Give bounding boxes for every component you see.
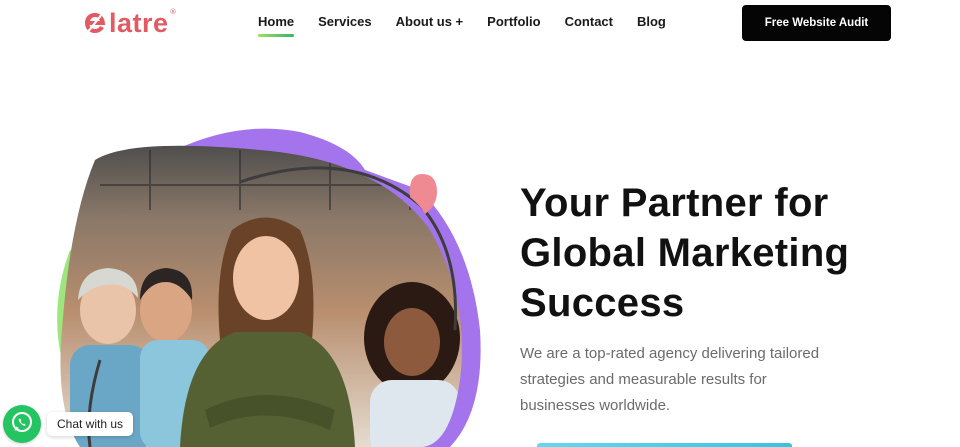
- nav-portfolio[interactable]: Portfolio: [487, 14, 540, 29]
- nav-blog[interactable]: Blog: [637, 14, 666, 29]
- logo-text: latre: [109, 7, 169, 38]
- nav-about-us[interactable]: About us +: [396, 14, 464, 29]
- hero-subtitle: We are a top-rated agency delivering tai…: [520, 341, 880, 419]
- hero-illustration: [0, 110, 500, 447]
- hero-title: Your Partner for Global Marketing Succes…: [520, 178, 940, 328]
- main-nav: Home Services About us + Portfolio Conta…: [258, 14, 690, 37]
- chat-with-us-label[interactable]: Chat with us: [47, 412, 134, 436]
- hero-cta-button-edge[interactable]: [537, 443, 792, 447]
- hero-subtitle-line-3: businesses worldwide.: [520, 397, 671, 414]
- hero-title-line-3: Success: [520, 281, 685, 325]
- chat-widget: Chat with us: [3, 405, 134, 443]
- logo-trademark: ®: [169, 8, 177, 16]
- hero-title-line-1: Your Partner for: [520, 181, 829, 225]
- site-header: latre ® Home Services About us + Portfol…: [0, 0, 960, 48]
- whatsapp-button[interactable]: [3, 405, 41, 443]
- hero-subtitle-line-2: strategies and measurable results for: [520, 371, 767, 388]
- free-website-audit-button[interactable]: Free Website Audit: [742, 5, 891, 41]
- brand-logo[interactable]: latre ®: [82, 6, 177, 40]
- nav-home[interactable]: Home: [258, 14, 295, 37]
- hero-title-line-2: Global Marketing: [520, 231, 850, 275]
- logo-e-icon: [82, 10, 108, 36]
- nav-services[interactable]: Services: [318, 14, 372, 29]
- hero-subtitle-line-1: We are a top-rated agency delivering tai…: [520, 345, 820, 362]
- nav-contact[interactable]: Contact: [565, 14, 613, 29]
- whatsapp-icon: [10, 410, 34, 438]
